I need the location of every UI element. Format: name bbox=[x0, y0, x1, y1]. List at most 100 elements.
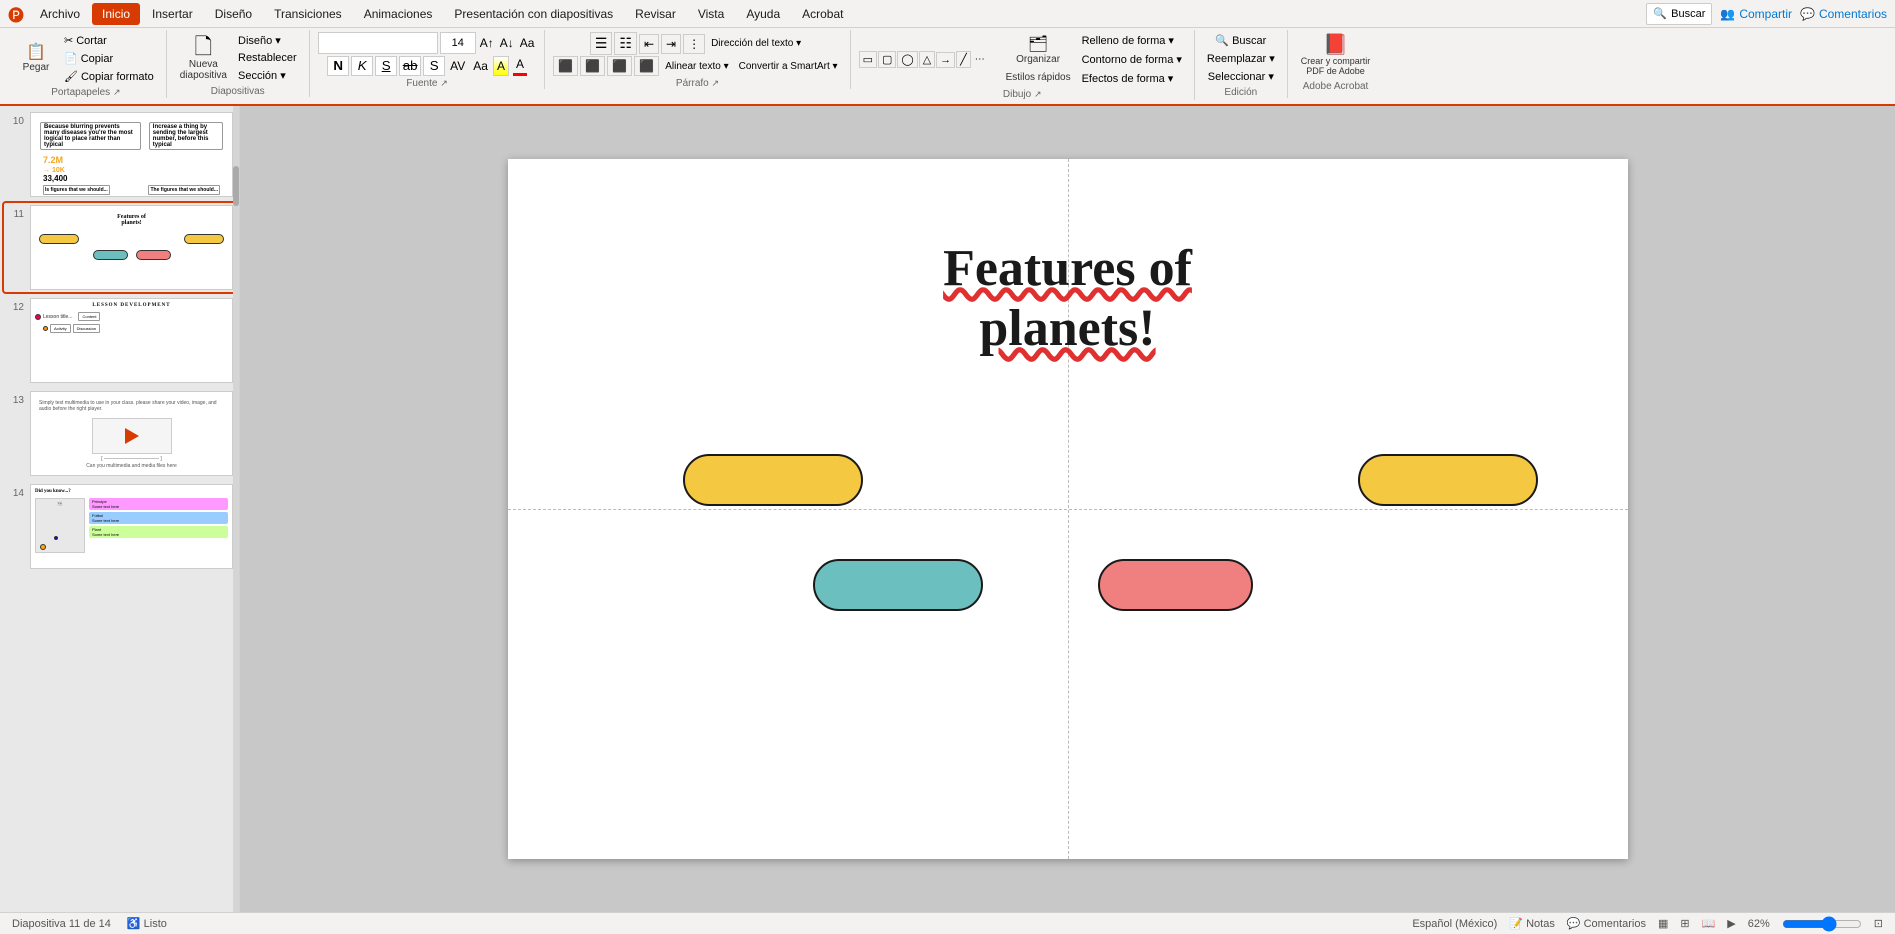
slide-preview-13: Simply test multimedia to use in your cl… bbox=[30, 391, 233, 476]
bullets-button[interactable]: ☰ bbox=[590, 32, 613, 55]
contorno-button[interactable]: Contorno de forma ▾ bbox=[1078, 51, 1186, 68]
efectos-button[interactable]: Efectos de forma ▾ bbox=[1078, 70, 1186, 87]
clipboard-col: ✂ Cortar 📄 Copiar 🖌 Copiar formato bbox=[60, 32, 158, 85]
new-slide-button[interactable]: 🗋 Nuevadiapositiva bbox=[175, 33, 232, 84]
accessibility-icon: ♿ bbox=[127, 918, 141, 930]
pill-pink[interactable] bbox=[1098, 559, 1253, 611]
relleno-button[interactable]: Relleno de forma ▾ bbox=[1078, 32, 1186, 49]
slide-thumb-13[interactable]: 13 Simply test multimedia to use in your… bbox=[4, 389, 235, 478]
menu-animaciones[interactable]: Animaciones bbox=[354, 3, 443, 25]
format-painter-button[interactable]: 🖌 Copiar formato bbox=[60, 68, 158, 85]
seccion-label: Sección ▾ bbox=[238, 69, 286, 82]
adobe-buttons: 📕 Crear y compartirPDF de Adobe bbox=[1296, 30, 1376, 79]
clear-format-button[interactable]: Aa bbox=[518, 34, 537, 52]
slide-thumb-12[interactable]: 12 Lesson Development Lesson title... Co… bbox=[4, 296, 235, 385]
search-icon: 🔍 bbox=[1653, 7, 1667, 20]
columns-button[interactable]: ⋮ bbox=[683, 34, 705, 54]
smartart-button[interactable]: Convertir a SmartArt ▾ bbox=[735, 59, 842, 74]
increase-indent-button[interactable]: ⇥ bbox=[661, 34, 681, 54]
text-align-button[interactable]: Alinear texto ▾ bbox=[661, 59, 732, 74]
underline-button[interactable]: S bbox=[375, 56, 397, 76]
restablecer-button[interactable]: Restablecer bbox=[234, 50, 301, 66]
slide-num-11: 11 bbox=[6, 205, 24, 220]
strikethrough-button[interactable]: ab bbox=[399, 56, 421, 76]
pill-yellow-right[interactable] bbox=[1358, 454, 1538, 506]
comments-button[interactable]: 💬 Comentarios bbox=[1800, 7, 1887, 21]
slide-thumb-11[interactable]: 11 Features ofplanets! bbox=[4, 203, 235, 292]
seleccionar-button[interactable]: Seleccionar ▾ bbox=[1204, 68, 1278, 85]
comments-label: Comentarios bbox=[1819, 7, 1887, 21]
search-box[interactable]: 🔍 Buscar bbox=[1646, 3, 1712, 25]
rect-shape[interactable]: ▭ bbox=[859, 51, 877, 68]
decrease-indent-button[interactable]: ⇤ bbox=[639, 34, 659, 54]
adobe-pdf-button[interactable]: 📕 Crear y compartirPDF de Adobe bbox=[1296, 32, 1376, 79]
font-size-input[interactable]: 14 bbox=[440, 32, 476, 54]
numbering-button[interactable]: ☷ bbox=[614, 32, 637, 55]
cut-label: Cortar bbox=[76, 35, 107, 47]
more-shapes[interactable]: ⋯ bbox=[972, 53, 988, 66]
case-button[interactable]: Aa bbox=[470, 57, 491, 75]
accessibility-label: Listo bbox=[144, 918, 167, 930]
paste-button[interactable]: 📋 Pegar bbox=[14, 42, 58, 76]
menu-archivo[interactable]: Archivo bbox=[30, 3, 90, 25]
text-dir-button[interactable]: Dirección del texto ▾ bbox=[707, 36, 805, 51]
align-right-button[interactable]: ⬛ bbox=[607, 56, 632, 76]
parrafo-controls: ☰ ☷ ⇤ ⇥ ⋮ Dirección del texto ▾ ⬛ ⬛ ⬛ ⬛ … bbox=[553, 30, 841, 76]
font-name-input[interactable] bbox=[318, 32, 438, 54]
menu-presentacion[interactable]: Presentación con diapositivas bbox=[444, 3, 623, 25]
slide-thumb-14[interactable]: 14 Did you know...? 🗺 PríncipeSome text … bbox=[4, 482, 235, 571]
slide-canvas[interactable]: Features of planets! bbox=[508, 159, 1628, 859]
copy-button[interactable]: 📄 Copiar bbox=[60, 50, 158, 67]
menu-acrobat[interactable]: Acrobat bbox=[792, 3, 853, 25]
ribbon-content: 📋 Pegar ✂ Cortar 📄 Copiar 🖌 Copiar forma… bbox=[6, 30, 1889, 100]
diseno-button[interactable]: Diseño ▾ bbox=[234, 32, 301, 49]
diapositivas-label: Diapositivas bbox=[211, 86, 265, 97]
ribbon: 📋 Pegar ✂ Cortar 📄 Copiar 🖌 Copiar forma… bbox=[0, 28, 1895, 106]
line-shape[interactable]: ╱ bbox=[956, 51, 971, 68]
pill-teal[interactable] bbox=[813, 559, 983, 611]
menu-insertar[interactable]: Insertar bbox=[142, 3, 203, 25]
pill-yellow-left[interactable] bbox=[683, 454, 863, 506]
dibujo-controls: ▭ ▢ ◯ △ → ╱ ⋯ 🗂 Organizar Estilos rápido… bbox=[859, 30, 1186, 87]
share-button[interactable]: 👥 Compartir bbox=[1720, 7, 1792, 21]
menu-inicio[interactable]: Inicio bbox=[92, 3, 140, 25]
menu-ayuda[interactable]: Ayuda bbox=[736, 3, 790, 25]
arrow-shape[interactable]: → bbox=[936, 52, 955, 68]
slide-num-13: 13 bbox=[6, 391, 24, 406]
slide-preview-10: Because blurring prevents many diseases … bbox=[30, 112, 233, 197]
shadow-button[interactable]: S bbox=[423, 56, 445, 76]
scrollbar-thumb[interactable] bbox=[233, 166, 239, 206]
menu-vista[interactable]: Vista bbox=[688, 3, 734, 25]
spacing-button[interactable]: AV bbox=[447, 57, 468, 75]
oval-shape[interactable]: ◯ bbox=[897, 51, 917, 68]
buscar-button[interactable]: 🔍 Buscar bbox=[1211, 32, 1270, 49]
estilos-button[interactable]: Estilos rápidos bbox=[1001, 69, 1076, 86]
sidebar-scrollbar[interactable] bbox=[233, 106, 239, 912]
menu-diseno[interactable]: Diseño bbox=[205, 3, 262, 25]
justify-button[interactable]: ⬛ bbox=[634, 56, 659, 76]
menu-revisar[interactable]: Revisar bbox=[625, 3, 686, 25]
edicion-buttons: 🔍 Buscar Reemplazar ▾ Seleccionar ▾ bbox=[1203, 30, 1279, 85]
triangle-shape[interactable]: △ bbox=[919, 51, 935, 68]
font-row1: 14 A↑ A↓ Aa bbox=[318, 32, 537, 54]
slide-thumb-10[interactable]: 10 Because blurring prevents many diseas… bbox=[4, 110, 235, 199]
cut-button[interactable]: ✂ Cortar bbox=[60, 32, 158, 49]
round-rect-shape[interactable]: ▢ bbox=[878, 51, 896, 68]
organizar-button[interactable]: 🗂 Organizar bbox=[1001, 34, 1076, 68]
menu-transiciones[interactable]: Transiciones bbox=[264, 3, 352, 25]
font-color-button[interactable]: A bbox=[513, 55, 527, 76]
app-icon: 🅟 bbox=[8, 2, 24, 26]
paste-label: Pegar bbox=[23, 62, 50, 73]
features-text: Features of bbox=[943, 240, 1192, 297]
font-grow-button[interactable]: A↑ bbox=[478, 34, 496, 52]
reemplazar-button[interactable]: Reemplazar ▾ bbox=[1203, 50, 1279, 67]
align-center-button[interactable]: ⬛ bbox=[580, 56, 605, 76]
font-shrink-button[interactable]: A↓ bbox=[498, 34, 516, 52]
seccion-button[interactable]: Sección ▾ bbox=[234, 67, 301, 84]
align-left-button[interactable]: ⬛ bbox=[553, 56, 578, 76]
slide-title[interactable]: Features of planets! bbox=[508, 239, 1628, 359]
highlight-button[interactable]: A bbox=[493, 56, 509, 76]
bold-button[interactable]: N bbox=[327, 56, 349, 76]
italic-button[interactable]: K bbox=[351, 56, 373, 76]
edicion-label: Edición bbox=[1224, 87, 1257, 98]
